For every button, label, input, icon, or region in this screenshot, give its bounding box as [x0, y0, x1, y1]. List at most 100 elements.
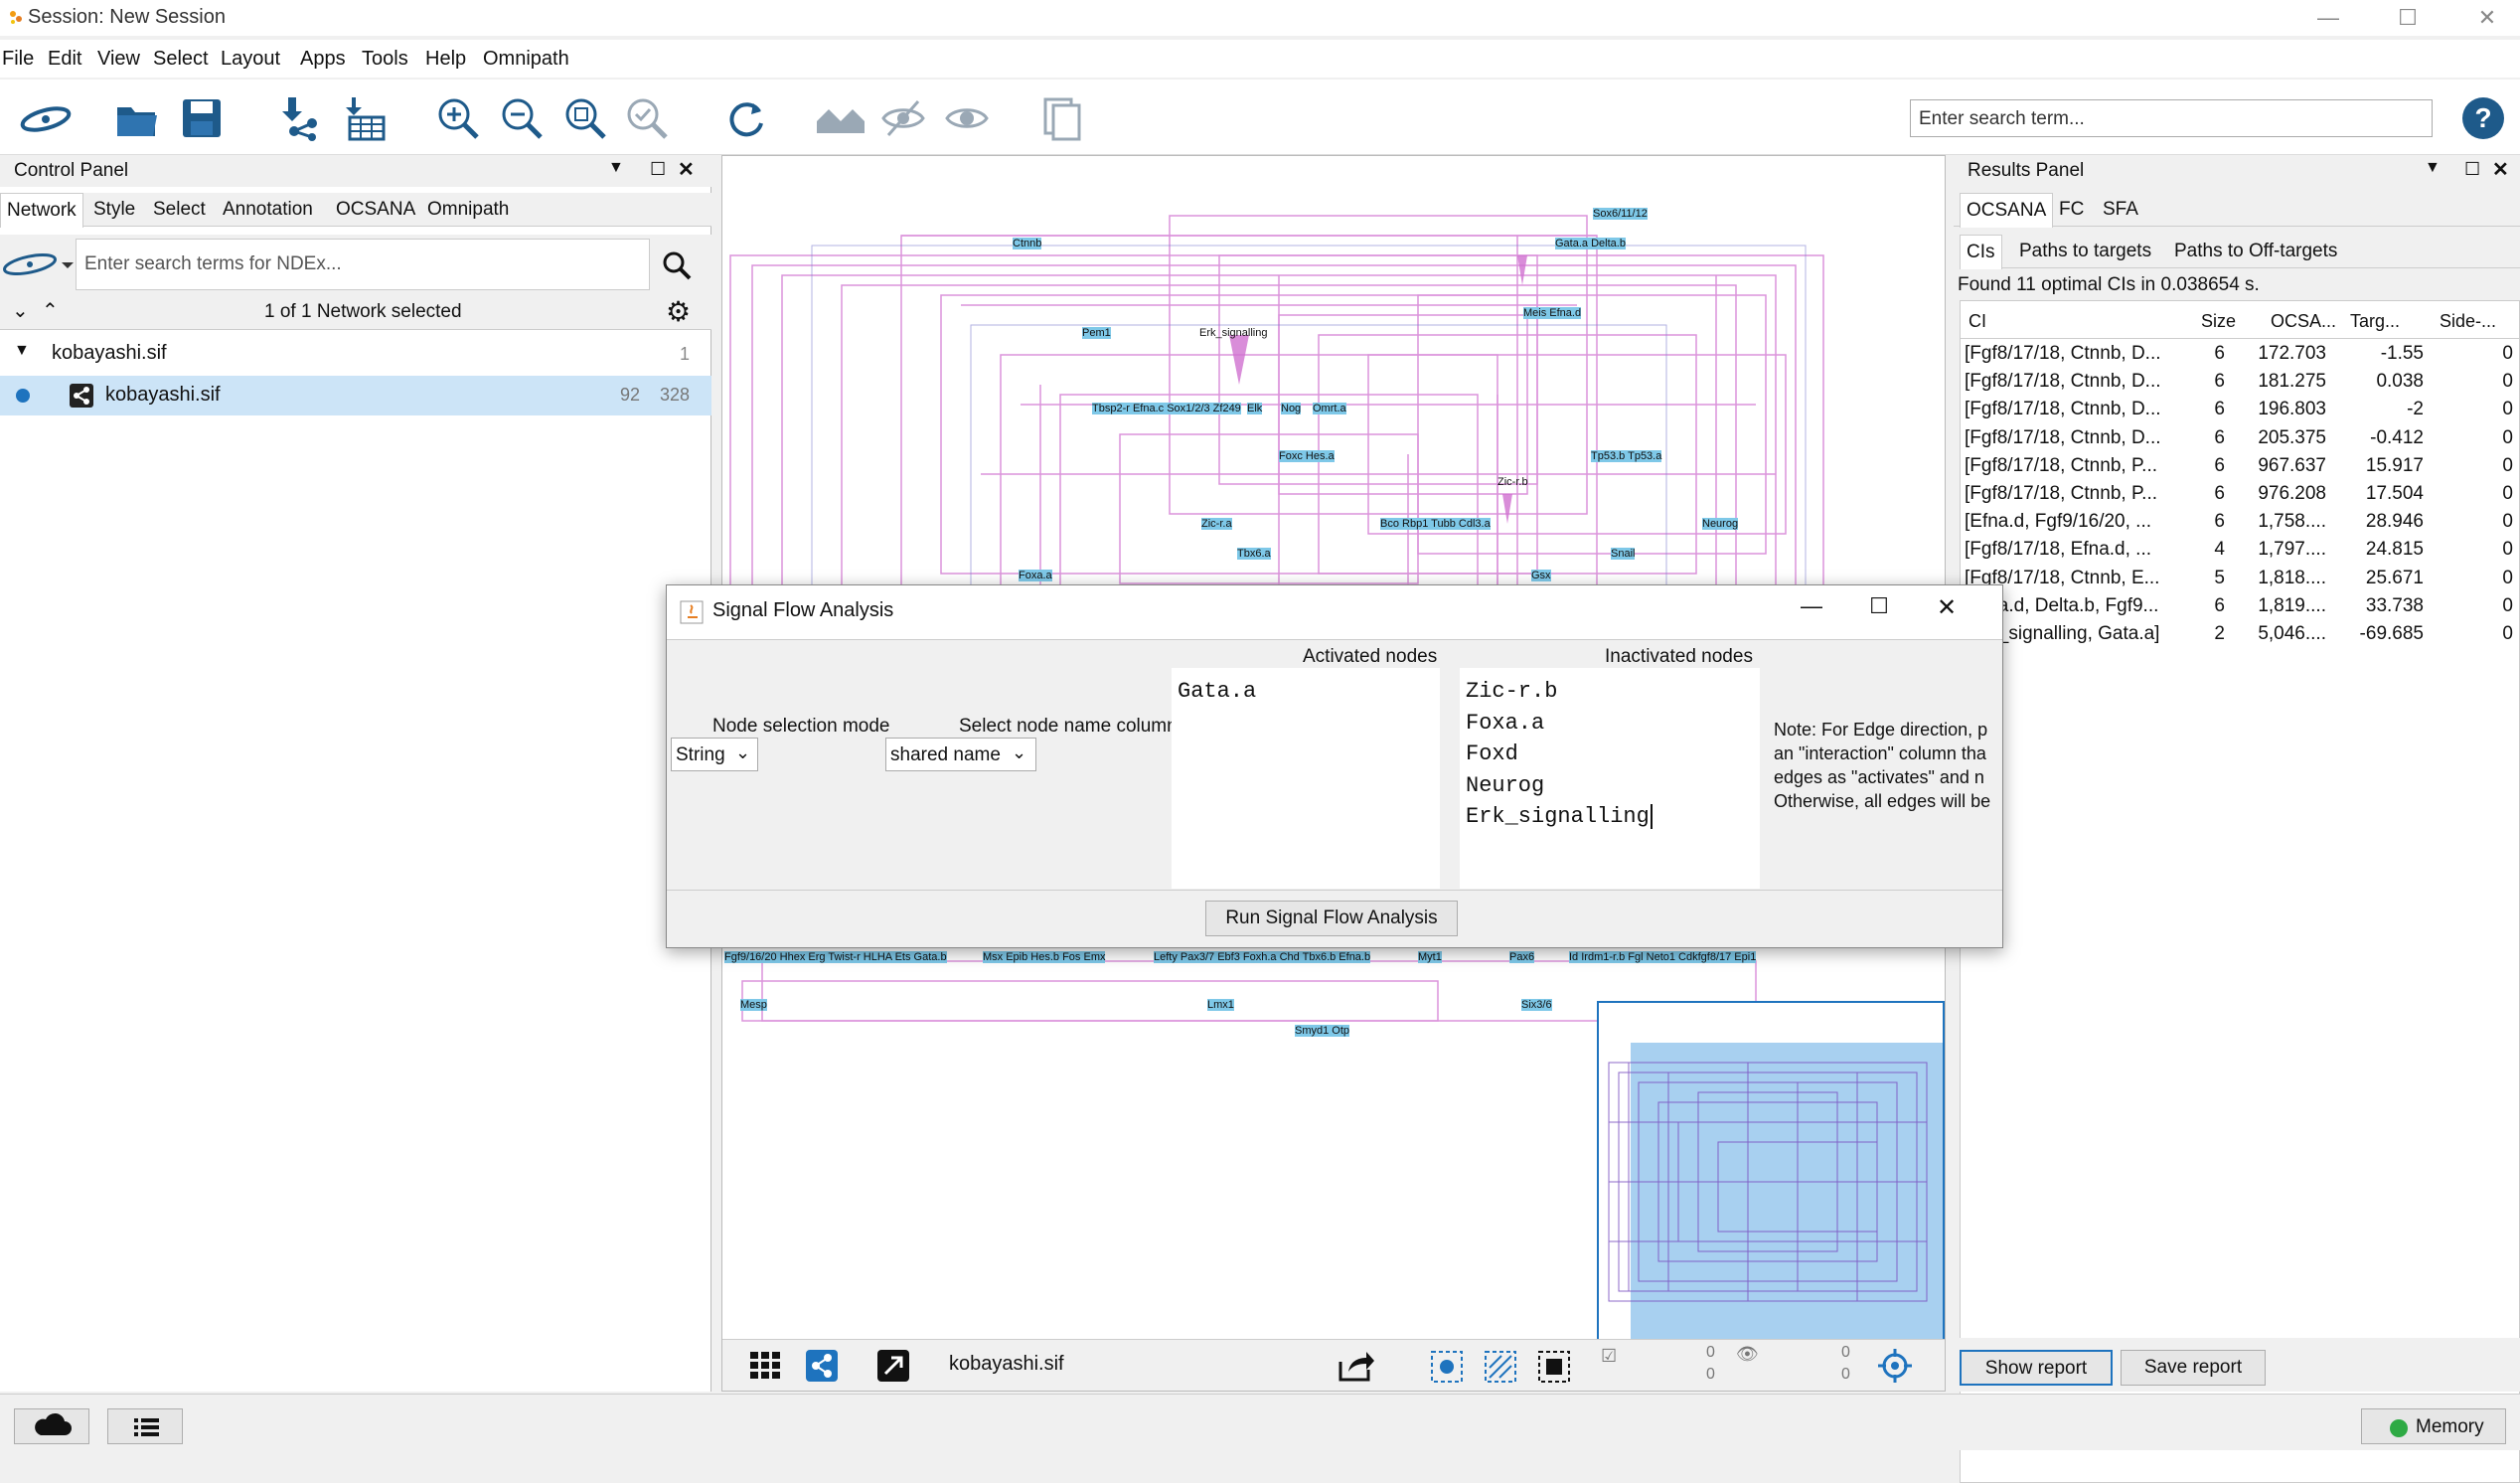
- toolbar-search-input[interactable]: Enter search term...: [1910, 99, 2433, 137]
- node-label[interactable]: Msx Epib Hes.b Fos Emx: [983, 951, 1106, 963]
- node-label[interactable]: Pem1: [1082, 327, 1111, 339]
- node-label[interactable]: Tp53.b Tp53.a: [1591, 450, 1662, 462]
- subtab-paths-to-targets[interactable]: Paths to targets: [2013, 235, 2157, 268]
- navigate-crosshair-icon[interactable]: [1877, 1348, 1913, 1384]
- node-label[interactable]: Id Irdm1-r.b Fgl Neto1 Cdkfgf8/17 Epi1: [1569, 951, 1757, 963]
- tab-ocsana[interactable]: OCSANA: [330, 193, 421, 227]
- table-row[interactable]: [Fgf8/17/18, Ctnnb, D... 6 205.375 -0.412 0: [1961, 425, 2520, 453]
- dialog-minimize-button[interactable]: —: [1792, 593, 1831, 629]
- node-name-column-select[interactable]: shared name ⌄: [885, 738, 1036, 771]
- help-icon[interactable]: ?: [2460, 95, 2506, 141]
- export-document-icon[interactable]: [1039, 95, 1085, 141]
- node-label[interactable]: Myt1: [1418, 951, 1442, 963]
- table-row[interactable]: [Fgf8/17/18, Ctnnb, E... 5 1,818.... 25.671…: [1961, 566, 2520, 593]
- node-label[interactable]: Zic-r.b: [1497, 476, 1528, 488]
- show-report-button[interactable]: Show report: [1960, 1350, 2113, 1386]
- open-folder-icon[interactable]: [113, 95, 159, 141]
- import-table-icon[interactable]: [342, 95, 388, 141]
- home-network-icon[interactable]: [815, 95, 868, 141]
- inactivated-nodes-textarea[interactable]: Zic-r.b Foxa.a Foxd Neurog Erk_signallin…: [1460, 668, 1760, 889]
- results-close-icon[interactable]: ✕: [2492, 157, 2509, 182]
- close-panel-icon[interactable]: ✕: [678, 157, 695, 182]
- tab-fc[interactable]: FC: [2053, 193, 2090, 227]
- tree-expanded-icon[interactable]: ▼: [14, 342, 30, 360]
- tab-ocsana-results[interactable]: OCSANA: [1960, 193, 2054, 228]
- node-label[interactable]: Foxc Hes.a: [1279, 450, 1335, 462]
- ndex-icon[interactable]: [18, 95, 74, 141]
- tab-select[interactable]: Select: [147, 193, 212, 227]
- export-share-icon[interactable]: [1337, 1348, 1376, 1384]
- table-row[interactable]: [Fgf8/17/18, Ctnnb, P... 6 976.208 17.504 0: [1961, 481, 2520, 509]
- tab-sfa[interactable]: SFA: [2097, 193, 2144, 227]
- table-row[interactable]: [Fgf8/17/18, Ctnnb, D... 6 196.803 -2 0: [1961, 397, 2520, 424]
- column-header-targets[interactable]: Targ...: [2350, 311, 2400, 332]
- network-share-view-icon[interactable]: [806, 1350, 838, 1382]
- tab-annotation[interactable]: Annotation: [217, 193, 319, 227]
- column-header-ocsana[interactable]: OCSA...: [2271, 311, 2336, 332]
- node-label[interactable]: Erk_signalling: [1199, 327, 1267, 339]
- zoom-fit-icon[interactable]: [562, 95, 608, 141]
- select-nodes-icon[interactable]: [1430, 1350, 1464, 1384]
- column-header-side[interactable]: Side-...: [2440, 311, 2496, 332]
- tab-style[interactable]: Style: [87, 193, 141, 227]
- node-label[interactable]: Lmx1: [1207, 999, 1234, 1011]
- select-edges-icon[interactable]: [1484, 1350, 1517, 1384]
- save-report-button[interactable]: Save report: [2121, 1350, 2266, 1386]
- collection-row[interactable]: ▼ kobayashi.sif 1: [0, 336, 711, 372]
- save-icon[interactable]: [179, 95, 225, 141]
- close-button[interactable]: ✕: [2464, 2, 2510, 34]
- table-row[interactable]: [Fgf8/17/18, Ctnnb, P... 6 967.637 15.917 0: [1961, 453, 2520, 481]
- menu-help[interactable]: Help: [425, 48, 466, 71]
- node-label[interactable]: Tbsp2-r Efna.c Sox1/2/3 Zf249: [1092, 403, 1241, 414]
- tab-omnipath[interactable]: Omnipath: [421, 193, 515, 227]
- float-panel-icon[interactable]: ☐: [650, 159, 666, 180]
- node-label[interactable]: Elk: [1247, 403, 1263, 414]
- results-menu-icon[interactable]: ▼: [2425, 159, 2441, 177]
- menu-apps[interactable]: Apps: [300, 48, 346, 71]
- node-label[interactable]: Snail: [1611, 548, 1636, 560]
- node-label[interactable]: Pax6: [1509, 951, 1535, 963]
- node-label[interactable]: Lefty Pax3/7 Ebf3 Foxh.a Chd Tbx6.b Efna…: [1154, 951, 1371, 963]
- network-overview[interactable]: [1597, 1001, 1945, 1345]
- menu-tools[interactable]: Tools: [362, 48, 408, 71]
- run-signal-flow-button[interactable]: Run Signal Flow Analysis: [1205, 901, 1458, 936]
- show-icon[interactable]: [944, 95, 990, 141]
- results-float-icon[interactable]: ☐: [2464, 159, 2480, 180]
- menu-omnipath[interactable]: Omnipath: [483, 48, 569, 71]
- expand-all-icon[interactable]: ⌃: [42, 298, 59, 323]
- zoom-in-icon[interactable]: [435, 95, 481, 141]
- dialog-maximize-button[interactable]: ☐: [1859, 593, 1899, 629]
- node-label[interactable]: Ctnnb: [1013, 238, 1042, 249]
- node-selection-mode-select[interactable]: String ⌄: [671, 738, 758, 771]
- table-row[interactable]: [Fgf8/17/18, Ctnnb, D... 6 172.703 -1.55 0: [1961, 341, 2520, 369]
- table-row[interactable]: [Fgf8/17/18, Ctnnb, D... 6 181.275 0.038 0: [1961, 369, 2520, 397]
- node-label[interactable]: Smyd1 Otp: [1295, 1025, 1350, 1037]
- node-label[interactable]: Six3/6: [1521, 999, 1552, 1011]
- menu-layout[interactable]: Layout: [221, 48, 280, 71]
- node-label[interactable]: Bco Rbp1 Tubb Cdl3.a: [1380, 518, 1491, 530]
- import-network-icon[interactable]: [276, 95, 322, 141]
- node-label[interactable]: Foxa.a: [1019, 570, 1052, 581]
- ndex-source-icon[interactable]: [0, 247, 76, 282]
- node-label[interactable]: Meis Efna.d: [1523, 307, 1582, 319]
- menu-file[interactable]: File: [2, 48, 34, 71]
- collapse-all-icon[interactable]: ⌄: [12, 298, 29, 323]
- node-label[interactable]: Mesp: [740, 999, 767, 1011]
- dialog-close-button[interactable]: ✕: [1927, 593, 1967, 629]
- node-label[interactable]: Fgf9/16/20 Hhex Erg Twist-r HLHA Ets Gat…: [724, 951, 947, 963]
- node-label[interactable]: Neurog: [1702, 518, 1739, 530]
- cloud-button[interactable]: [14, 1408, 89, 1444]
- network-row[interactable]: kobayashi.sif 92 328: [0, 376, 711, 415]
- search-icon[interactable]: [662, 250, 692, 280]
- table-row[interactable]: [Fgf8/17/18, Efna.d, ... 4 1,797.... 24.815…: [1961, 537, 2520, 565]
- subtab-paths-to-off-targets[interactable]: Paths to Off-targets: [2168, 235, 2343, 268]
- tab-network[interactable]: Network: [0, 193, 83, 228]
- table-row[interactable]: [Efna.d, Fgf9/16/20, ... 6 1,758.... 28.946…: [1961, 509, 2520, 537]
- column-header-size[interactable]: Size: [2201, 311, 2236, 332]
- refresh-icon[interactable]: [723, 95, 769, 141]
- table-row[interactable]: [Efna.d, Delta.b, Fgf9... 6 1,819.... 33.73…: [1961, 593, 2520, 621]
- menu-view[interactable]: View: [97, 48, 140, 71]
- panel-menu-icon[interactable]: ▼: [608, 159, 624, 177]
- node-label[interactable]: Omrt.a: [1313, 403, 1346, 414]
- select-all-icon[interactable]: [1537, 1350, 1571, 1384]
